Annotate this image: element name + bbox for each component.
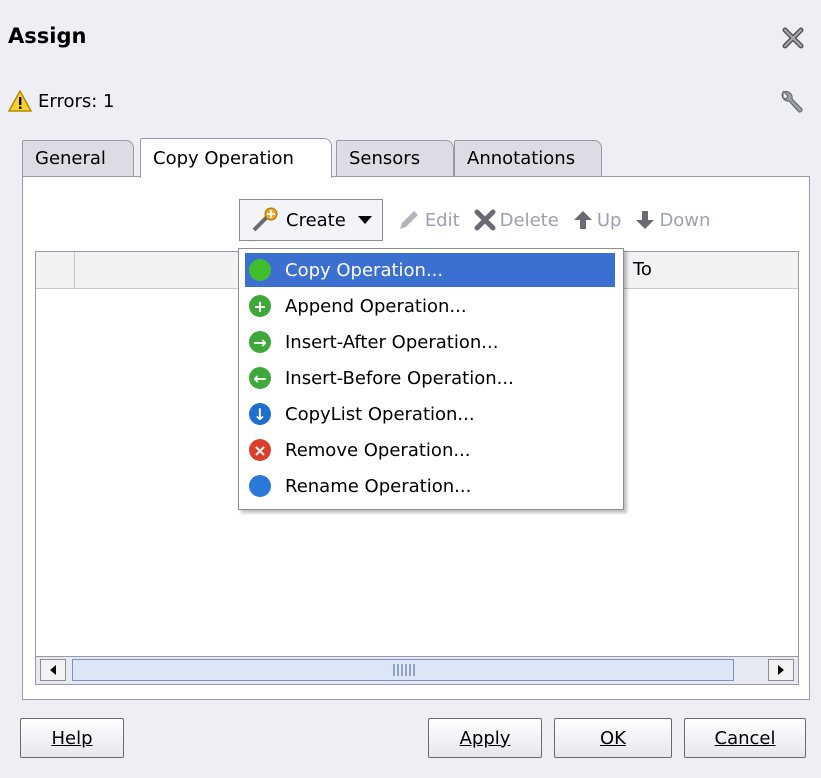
menu-item-label: Insert-Before Operation... — [285, 367, 514, 389]
tab-label: Copy Operation — [153, 148, 294, 169]
x-circle-icon: × — [249, 439, 271, 461]
delete-label: Delete — [499, 209, 559, 231]
create-button[interactable]: Create — [239, 199, 383, 241]
dialog-title: Assign — [8, 24, 87, 48]
up-label: Up — [596, 209, 622, 231]
edit-label: Edit — [424, 209, 460, 231]
menu-item-label: CopyList Operation... — [285, 403, 475, 425]
assign-dialog: Assign Errors: 1 General Copy Operation … — [0, 0, 821, 778]
toolbar: Create Edit Delete Up Down — [239, 199, 710, 241]
errors-status: Errors: 1 — [8, 90, 115, 112]
help-label: Help — [51, 727, 93, 749]
arrow-left-icon — [50, 665, 56, 675]
menu-item-label: Rename Operation... — [285, 475, 472, 497]
tab-copy-operation[interactable]: Copy Operation — [140, 138, 332, 178]
help-button[interactable]: Help — [20, 718, 124, 758]
menu-item-label: Append Operation... — [285, 295, 467, 317]
arrow-up-icon — [573, 211, 592, 229]
scrollbar-thumb[interactable] — [72, 659, 734, 681]
edit-button[interactable]: Edit — [397, 208, 460, 232]
row-selector-header[interactable] — [36, 252, 75, 288]
scroll-left-button[interactable] — [40, 659, 66, 681]
cancel-button[interactable]: Cancel — [684, 718, 806, 758]
tab-general[interactable]: General — [22, 140, 134, 176]
delete-x-icon — [474, 209, 496, 231]
menu-item-label: Remove Operation... — [285, 439, 471, 461]
menu-item-remove-operation[interactable]: × Remove Operation... — [245, 433, 615, 467]
menu-item-copylist-operation[interactable]: ↓ CopyList Operation... — [245, 397, 615, 431]
up-button[interactable]: Up — [573, 209, 622, 231]
apply-label: Apply — [459, 727, 511, 749]
create-menu: Copy Operation... + Append Operation... … — [238, 248, 624, 510]
menu-item-insert-before-operation[interactable]: ← Insert-Before Operation... — [245, 361, 615, 395]
grip-icon — [393, 664, 415, 676]
menu-item-rename-operation[interactable]: Rename Operation... — [245, 469, 615, 503]
arrow-down-circle-icon: ↓ — [249, 403, 271, 425]
tab-label: General — [35, 148, 106, 169]
menu-item-append-operation[interactable]: + Append Operation... — [245, 289, 615, 323]
ok-label: OK — [600, 727, 626, 749]
blue-circle-icon — [249, 475, 271, 497]
close-icon[interactable] — [781, 26, 805, 50]
create-label: Create — [286, 209, 346, 231]
arrow-right-icon — [778, 665, 784, 675]
tab-label: Sensors — [349, 148, 421, 169]
tab-annotations[interactable]: Annotations — [454, 140, 602, 176]
green-circle-icon — [249, 259, 271, 281]
arrow-left-circle-icon: ← — [249, 367, 271, 389]
horizontal-scrollbar[interactable] — [36, 656, 798, 684]
scroll-right-button[interactable] — [768, 659, 794, 681]
menu-item-insert-after-operation[interactable]: → Insert-After Operation... — [245, 325, 615, 359]
tab-label: Annotations — [467, 148, 576, 169]
menu-item-copy-operation[interactable]: Copy Operation... — [245, 253, 615, 287]
chevron-down-icon — [357, 216, 372, 224]
delete-button[interactable]: Delete — [474, 209, 559, 231]
down-label: Down — [659, 209, 711, 231]
plus-circle-icon: + — [249, 295, 271, 317]
cancel-label: Cancel — [714, 727, 776, 749]
tab-sensors[interactable]: Sensors — [336, 140, 454, 176]
menu-item-label: Copy Operation... — [285, 259, 444, 281]
apply-button[interactable]: Apply — [428, 718, 542, 758]
wrench-icon[interactable] — [777, 88, 807, 118]
menu-item-label: Insert-After Operation... — [285, 331, 499, 353]
ok-button[interactable]: OK — [554, 718, 672, 758]
errors-label: Errors: 1 — [38, 90, 115, 112]
arrow-down-icon — [636, 211, 655, 229]
down-button[interactable]: Down — [635, 209, 710, 231]
create-wand-icon — [252, 207, 278, 232]
arrow-right-circle-icon: → — [249, 331, 271, 353]
warning-icon — [8, 90, 32, 112]
pencil-icon — [399, 211, 418, 229]
